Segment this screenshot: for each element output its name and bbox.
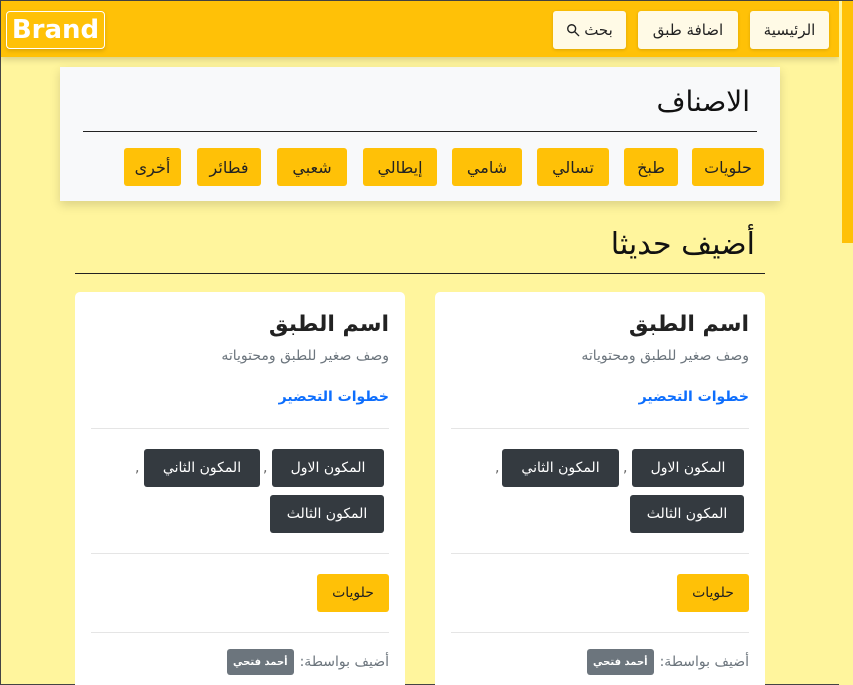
author-row: أضيف بواسطة: أحمد فتحي [587,649,749,675]
divider [91,553,389,554]
ingredient-badge: المكون الثاني [144,449,260,487]
preparation-steps-link[interactable]: خطوات التحضير [279,389,389,405]
divider [91,632,389,633]
author-row: أضيف بواسطة: أحمد فتحي [227,649,389,675]
dish-description: وصف صغير للطبق ومحتوياته [221,348,389,364]
ingredient-separator: , [623,460,628,476]
ingredient-separator: , [263,460,268,476]
author-label: أضيف بواسطة: [659,654,749,670]
category-button[interactable]: فطائر [197,148,261,186]
navbar: Brand الرئيسية اضافة طبق بحث [1,1,839,57]
ingredient-badge: المكون الثالث [630,495,744,533]
category-button[interactable]: شامي [452,148,522,186]
dish-card: اسم الطبق وصف صغير للطبق ومحتوياته خطوات… [435,292,765,685]
author-badge[interactable]: أحمد فتحي [227,649,294,675]
dish-title: اسم الطبق [628,312,749,337]
divider [451,553,749,554]
dish-title: اسم الطبق [268,312,389,337]
ingredient-badge: المكون الاول [632,449,744,487]
home-button[interactable]: الرئيسية [750,11,829,49]
divider [451,632,749,633]
search-icon [567,24,580,37]
dish-category-button[interactable]: حلويات [677,574,749,612]
scrollbar-thumb[interactable] [842,1,853,243]
divider [83,131,757,132]
category-button[interactable]: أخرى [124,148,181,186]
divider [91,428,389,429]
add-dish-button[interactable]: اضافة طبق [638,11,738,49]
author-badge[interactable]: أحمد فتحي [587,649,654,675]
ingredient-separator: , [495,460,500,476]
categories-title: الاصناف [656,85,750,118]
brand-logo[interactable]: Brand [6,11,105,49]
ingredient-separator: , [135,460,140,476]
divider [75,273,765,274]
search-label: بحث [584,21,613,39]
dish-card: اسم الطبق وصف صغير للطبق ومحتوياته خطوات… [75,292,405,685]
preparation-steps-link[interactable]: خطوات التحضير [639,389,749,405]
divider [451,428,749,429]
category-button[interactable]: تسالي [537,148,609,186]
ingredient-badge: المكون الاول [272,449,384,487]
search-button[interactable]: بحث [553,11,626,49]
recently-added-title: أضيف حديثا [610,227,755,262]
categories-panel: الاصناف حلويات طبخ تسالي شامي إيطالي شعب… [60,67,780,201]
category-button[interactable]: إيطالي [363,148,437,186]
category-button[interactable]: حلويات [692,148,764,186]
ingredient-badge: المكون الثالث [270,495,384,533]
category-button[interactable]: شعبي [277,148,347,186]
dish-description: وصف صغير للطبق ومحتوياته [581,348,749,364]
author-label: أضيف بواسطة: [299,654,389,670]
ingredient-badge: المكون الثاني [502,449,619,487]
dish-category-button[interactable]: حلويات [317,574,389,612]
category-button[interactable]: طبخ [624,148,678,186]
